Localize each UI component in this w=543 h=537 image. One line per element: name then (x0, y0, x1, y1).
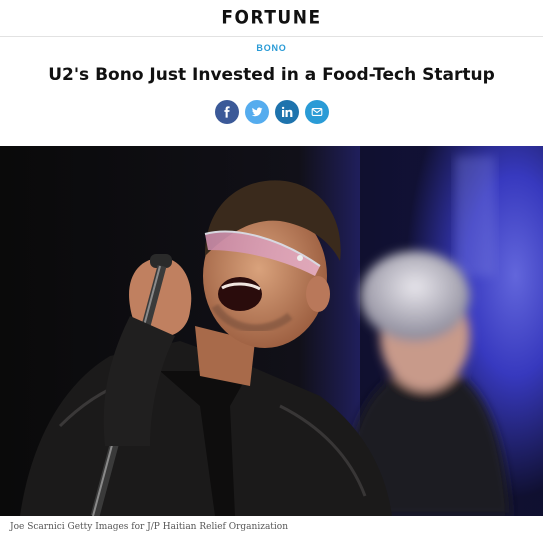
fortune-logo[interactable]: FORTUNE (221, 7, 321, 29)
share-facebook-button[interactable] (214, 100, 239, 124)
section-label[interactable]: BONO (0, 43, 543, 53)
article-title: U2's Bono Just Invested in a Food-Tech S… (48, 65, 495, 85)
share-linkedin-button[interactable] (274, 100, 299, 124)
facebook-icon (223, 106, 230, 118)
share-bar (0, 100, 543, 124)
hero-image[interactable] (0, 146, 543, 516)
linkedin-icon (281, 106, 292, 117)
twitter-icon (251, 107, 262, 117)
image-caption: Joe Scarnici Getty Images for J/P Haitia… (10, 522, 289, 532)
article-header: BONO U2's Bono Just Invested in a Food-T… (0, 37, 543, 146)
site-header: FORTUNE (0, 0, 543, 37)
email-icon (311, 108, 322, 116)
share-email-button[interactable] (304, 100, 329, 124)
bono-concert-photo (0, 146, 543, 516)
share-twitter-button[interactable] (244, 100, 269, 124)
